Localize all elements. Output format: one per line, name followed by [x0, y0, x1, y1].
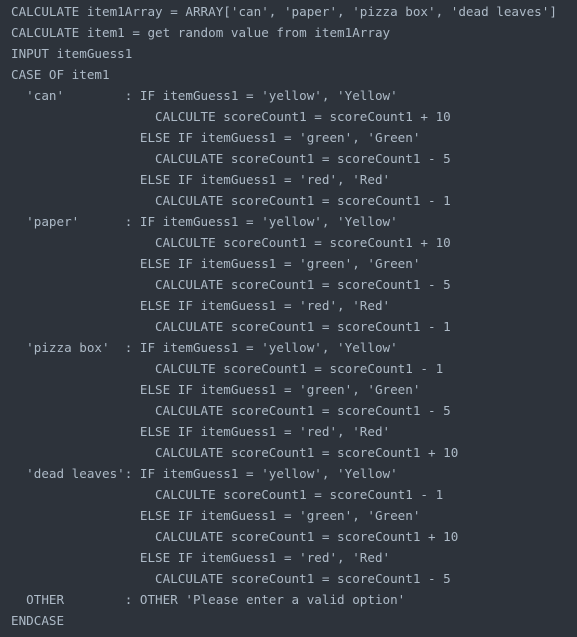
- code-line: CALCULATE scoreCount1 = scoreCount1 + 10: [11, 529, 459, 544]
- code-line: ELSE IF itemGuess1 = 'green', 'Green': [11, 382, 421, 397]
- code-line: 'dead leaves': IF itemGuess1 = 'yellow',…: [11, 466, 398, 481]
- code-line: CALCULTE scoreCount1 = scoreCount1 - 1: [11, 487, 444, 502]
- code-line: 'paper' : IF itemGuess1 = 'yellow', 'Yel…: [11, 214, 398, 229]
- code-line: ELSE IF itemGuess1 = 'red', 'Red': [11, 172, 391, 187]
- code-line: ELSE IF itemGuess1 = 'green', 'Green': [11, 508, 421, 523]
- code-line: 'can' : IF itemGuess1 = 'yellow', 'Yello…: [11, 88, 398, 103]
- code-line: ELSE IF itemGuess1 = 'green', 'Green': [11, 256, 421, 271]
- code-line: CALCULTE scoreCount1 = scoreCount1 - 1: [11, 361, 444, 376]
- code-block: CALCULATE item1Array = ARRAY['can', 'pap…: [0, 0, 577, 637]
- code-line: ELSE IF itemGuess1 = 'red', 'Red': [11, 298, 391, 313]
- code-line: OTHER : OTHER 'Please enter a valid opti…: [11, 592, 406, 607]
- code-line: CALCULATE scoreCount1 = scoreCount1 + 10: [11, 445, 459, 460]
- code-line: CALCULATE item1 = get random value from …: [11, 25, 391, 40]
- code-line: CALCULATE scoreCount1 = scoreCount1 - 5: [11, 151, 451, 166]
- code-line: CASE OF item1: [11, 67, 110, 82]
- code-line: ENDCASE: [11, 613, 65, 628]
- code-line: CALCULATE scoreCount1 = scoreCount1 - 5: [11, 277, 451, 292]
- code-line: CALCULTE scoreCount1 = scoreCount1 + 10: [11, 235, 451, 250]
- code-line: CALCULATE item1Array = ARRAY['can', 'pap…: [11, 4, 557, 19]
- code-line: CALCULTE scoreCount1 = scoreCount1 + 10: [11, 109, 451, 124]
- code-line: ELSE IF itemGuess1 = 'green', 'Green': [11, 130, 421, 145]
- code-line: INPUT itemGuess1: [11, 46, 133, 61]
- code-line: CALCULATE scoreCount1 = scoreCount1 - 1: [11, 193, 451, 208]
- code-line: CALCULATE scoreCount1 = scoreCount1 - 1: [11, 319, 451, 334]
- code-line: CALCULATE scoreCount1 = scoreCount1 - 5: [11, 403, 451, 418]
- pseudocode-listing: CALCULATE item1Array = ARRAY['can', 'pap…: [11, 1, 577, 631]
- code-line: CALCULATE scoreCount1 = scoreCount1 - 5: [11, 571, 451, 586]
- code-line: ELSE IF itemGuess1 = 'red', 'Red': [11, 424, 391, 439]
- code-line: ELSE IF itemGuess1 = 'red', 'Red': [11, 550, 391, 565]
- code-line: 'pizza box' : IF itemGuess1 = 'yellow', …: [11, 340, 398, 355]
